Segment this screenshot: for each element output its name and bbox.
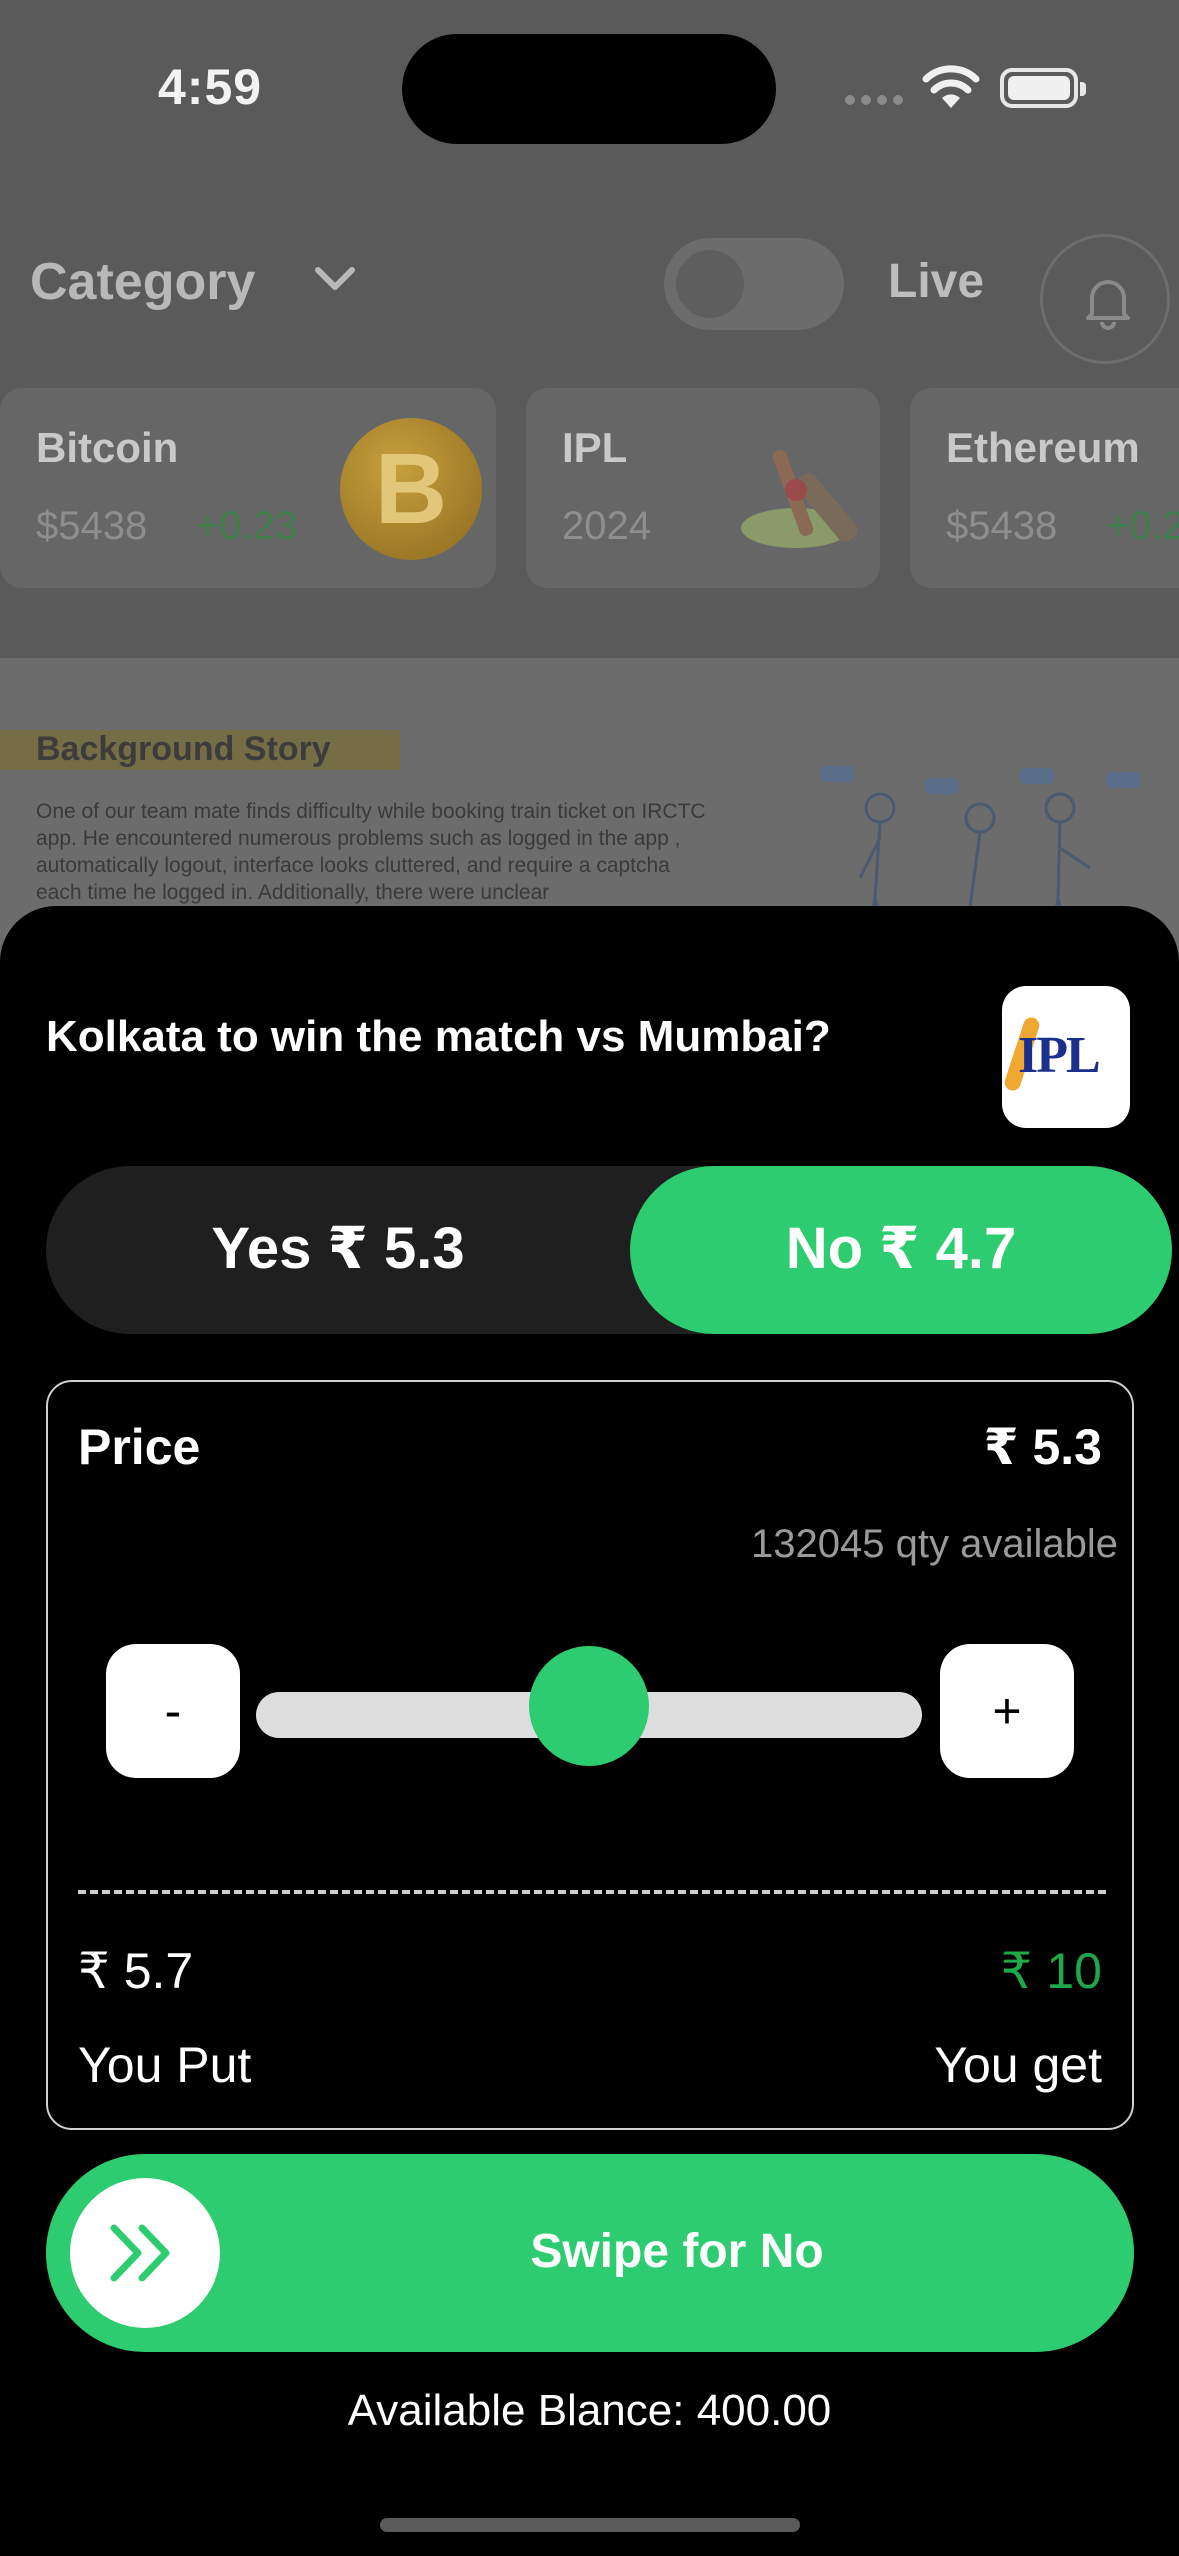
swipe-handle[interactable] xyxy=(70,2178,220,2328)
card-value: $5438 xyxy=(36,504,148,548)
notification-button[interactable] xyxy=(1040,234,1170,364)
card-ipl[interactable]: IPL 2024 xyxy=(526,388,880,588)
market-cards: Bitcoin $5438 +0.23 B IPL 2024 Ethereum … xyxy=(0,388,1179,588)
ipl-logo-text: IPL xyxy=(1018,1027,1101,1084)
card-ethereum[interactable]: Ethereum $5438 +0.23 xyxy=(910,388,1179,588)
dynamic-island xyxy=(402,34,776,144)
cricket-bat-icon xyxy=(741,450,858,548)
status-bar: 4:59 xyxy=(0,0,1179,160)
status-time: 4:59 xyxy=(158,59,263,115)
banner-text: One of our team mate finds difficulty wh… xyxy=(36,800,706,904)
you-get-label: You get xyxy=(934,2037,1102,2093)
category-dropdown[interactable]: Category xyxy=(30,252,255,312)
card-title: IPL xyxy=(562,424,628,471)
cellular-signal-icon xyxy=(845,95,905,105)
no-option[interactable]: No ₹ 4.7 xyxy=(630,1166,1172,1334)
divider xyxy=(78,1890,1106,1894)
double-chevron-right-icon xyxy=(110,2224,170,2282)
live-toggle[interactable] xyxy=(664,238,844,330)
card-value: 2024 xyxy=(562,504,651,548)
price-panel: Price ₹ 5.3 132045 qty available - + ₹ 5… xyxy=(46,1380,1134,2130)
battery-icon xyxy=(1000,68,1086,108)
no-label: No ₹ 4.7 xyxy=(785,1216,1017,1281)
qty-available: 132045 qty available xyxy=(751,1522,1118,1566)
trade-bottom-sheet: Kolkata to win the match vs Mumbai? IPL … xyxy=(0,906,1179,2556)
ipl-logo: IPL xyxy=(1002,986,1130,1128)
swipe-label: Swipe for No xyxy=(530,2225,824,2278)
banner-title: Background Story xyxy=(36,730,331,768)
toggle-knob xyxy=(676,250,744,318)
live-label: Live xyxy=(888,255,985,308)
yes-no-selector: Yes ₹ 5.3 No ₹ 4.7 xyxy=(46,1166,1172,1334)
you-put-value: ₹ 5.7 xyxy=(78,1943,194,1999)
you-get-value: ₹ 10 xyxy=(1000,1943,1102,1999)
market-question: Kolkata to win the match vs Mumbai? xyxy=(46,1012,831,1061)
decrease-button[interactable]: - xyxy=(106,1644,240,1778)
swipe-to-confirm[interactable]: Swipe for No xyxy=(46,2154,1134,2352)
home-indicator[interactable] xyxy=(380,2518,800,2532)
card-title: Ethereum xyxy=(946,424,1140,471)
price-slider-thumb[interactable] xyxy=(529,1646,649,1766)
price-value: ₹ 5.3 xyxy=(983,1419,1102,1475)
card-change: +0.23 xyxy=(1106,504,1179,548)
background-app: 4:59 Category Live Bitcoin $5438 +0.23 B… xyxy=(0,0,1179,1018)
chevron-down-icon[interactable] xyxy=(310,254,360,304)
card-value: $5438 xyxy=(946,504,1058,548)
available-balance: Available Blance: 400.00 xyxy=(347,2386,832,2435)
wifi-icon xyxy=(922,65,980,108)
increase-button[interactable]: + xyxy=(940,1644,1074,1778)
yes-label: Yes ₹ 5.3 xyxy=(211,1216,465,1281)
card-change: +0.23 xyxy=(196,504,298,548)
card-bitcoin[interactable]: Bitcoin $5438 +0.23 B xyxy=(0,388,496,588)
price-label: Price xyxy=(78,1419,201,1475)
you-put-label: You Put xyxy=(78,2037,252,2093)
bell-icon xyxy=(1086,280,1130,330)
bitcoin-icon: B xyxy=(340,418,482,560)
top-bar: Category Live xyxy=(0,230,1179,364)
yes-option[interactable]: Yes ₹ 5.3 xyxy=(46,1166,630,1334)
card-title: Bitcoin xyxy=(36,424,179,471)
